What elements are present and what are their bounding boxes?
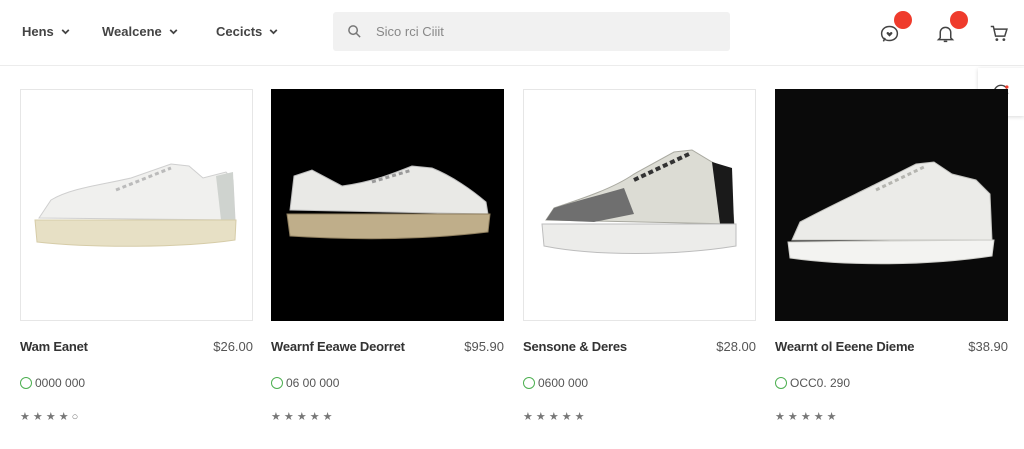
notification-badge	[894, 11, 912, 29]
rating: ★ ★ ★ ★ ★	[523, 410, 758, 423]
product-image[interactable]	[775, 89, 1008, 321]
product-name[interactable]: Sensone & Deres	[523, 339, 627, 354]
rating: ★ ★ ★ ★ ★	[775, 410, 1010, 423]
cart-button[interactable]	[986, 20, 1012, 46]
variant-option[interactable]: 0600 000	[523, 376, 758, 390]
variant-option[interactable]: 0000 000	[20, 376, 255, 390]
variant-swatch	[20, 377, 32, 389]
product-image[interactable]	[20, 89, 253, 321]
variant-option[interactable]: 06 00 000	[271, 376, 506, 390]
search-input[interactable]	[376, 24, 696, 39]
variant-swatch	[775, 377, 787, 389]
nav-item-cecicts[interactable]: Cecicts	[216, 24, 279, 39]
product-image[interactable]	[271, 89, 504, 321]
chat-button[interactable]	[876, 11, 912, 46]
chevron-down-icon	[269, 29, 278, 35]
search-bar	[333, 12, 730, 51]
variant-label: 0600 000	[538, 376, 589, 390]
nav-item-hens[interactable]: Hens	[22, 24, 71, 39]
nav-item-label: Cecicts	[216, 24, 263, 39]
notification-badge	[950, 11, 968, 29]
product-name[interactable]: Wam Eanet	[20, 339, 88, 354]
notifications-button[interactable]	[932, 11, 968, 46]
cart-icon	[990, 25, 1008, 41]
product-price: $28.00	[716, 339, 756, 354]
product-card[interactable]: Wearnt ol Eeene Dieme $38.90 OCC0. 290 ★…	[775, 89, 1010, 423]
variant-label: 06 00 000	[286, 376, 340, 390]
product-card[interactable]: Sensone & Deres $28.00 0600 000 ★ ★ ★ ★ …	[523, 89, 758, 423]
search-icon	[348, 25, 361, 38]
nav-item-label: Hens	[22, 24, 54, 39]
nav-item-label: Wealcene	[102, 24, 162, 39]
product-card[interactable]: Wam Eanet $26.00 0000 000 ★ ★ ★ ★ ○	[20, 89, 255, 423]
nav-item-wealcene[interactable]: Wealcene	[102, 24, 179, 39]
sneaker-image	[21, 90, 252, 320]
product-name[interactable]: Wearnf Eeawe Deorret	[271, 339, 405, 354]
variant-swatch	[523, 377, 535, 389]
product-price: $26.00	[213, 339, 253, 354]
star-rating-display: ★ ★ ★ ★ ★	[523, 411, 585, 423]
chevron-down-icon	[61, 29, 70, 35]
rating: ★ ★ ★ ★ ○	[20, 410, 255, 423]
rating: ★ ★ ★ ★ ★	[271, 410, 506, 423]
product-name[interactable]: Wearnt ol Eeene Dieme	[775, 339, 915, 354]
variant-swatch	[271, 377, 283, 389]
product-card[interactable]: Wearnf Eeawe Deorret $95.90 06 00 000 ★ …	[271, 89, 506, 423]
chevron-down-icon	[169, 29, 178, 35]
variant-label: OCC0. 290	[790, 376, 851, 390]
star-rating-display: ★ ★ ★ ★ ★	[271, 411, 333, 423]
star-rating-display: ★ ★ ★ ★ ★	[775, 411, 837, 423]
sneaker-image	[776, 90, 1007, 320]
top-navigation-bar: Hens Wealcene Cecicts	[0, 0, 1024, 66]
variant-label: 0000 000	[35, 376, 86, 390]
sneaker-image	[272, 90, 503, 320]
product-image[interactable]	[523, 89, 756, 321]
product-price: $38.90	[968, 339, 1008, 354]
star-rating-display: ★ ★ ★ ★ ○	[20, 411, 79, 423]
product-price: $95.90	[464, 339, 504, 354]
variant-option[interactable]: OCC0. 290	[775, 376, 1010, 390]
sneaker-image	[524, 90, 755, 320]
